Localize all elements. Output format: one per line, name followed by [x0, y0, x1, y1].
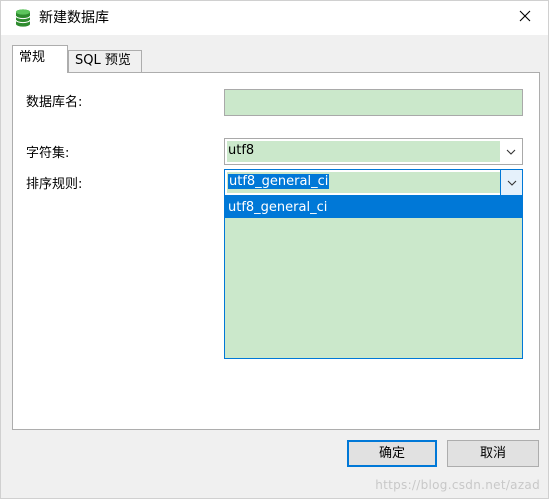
general-panel: 数据库名: 字符集: utf8 排序规则: utf8_general_ci ut… — [12, 72, 540, 430]
charset-label: 字符集: — [26, 146, 70, 161]
collation-value: utf8_general_ci — [228, 174, 330, 189]
collation-dropdown-list: utf8_general_ci — [224, 196, 523, 359]
collation-option[interactable]: utf8_general_ci — [225, 197, 522, 218]
chevron-down-icon[interactable] — [500, 139, 522, 164]
window-title: 新建数据库 — [39, 10, 109, 26]
close-button[interactable] — [502, 1, 548, 35]
db-name-input[interactable] — [224, 89, 523, 116]
tab-sql-preview[interactable]: SQL 预览 — [68, 50, 142, 72]
collation-label: 排序规则: — [26, 177, 83, 192]
charset-value: utf8 — [227, 141, 500, 162]
database-icon — [13, 8, 33, 28]
ok-button[interactable]: 确定 — [347, 440, 437, 467]
chevron-down-icon[interactable] — [500, 170, 522, 195]
tab-general[interactable]: 常规 — [12, 45, 68, 73]
cancel-button[interactable]: 取消 — [447, 440, 539, 467]
watermark: https://blog.csdn.net/azad — [375, 478, 540, 492]
collation-field: utf8_general_ci — [227, 172, 500, 193]
close-icon — [519, 10, 531, 26]
db-name-label: 数据库名: — [26, 95, 83, 110]
collation-select[interactable]: utf8_general_ci — [224, 169, 523, 196]
charset-select[interactable]: utf8 — [224, 138, 523, 165]
new-database-dialog: 新建数据库 常规 SQL 预览 数据库名: 字符集: utf8 排序规则: ut… — [0, 0, 549, 499]
title-bar: 新建数据库 — [1, 1, 548, 35]
